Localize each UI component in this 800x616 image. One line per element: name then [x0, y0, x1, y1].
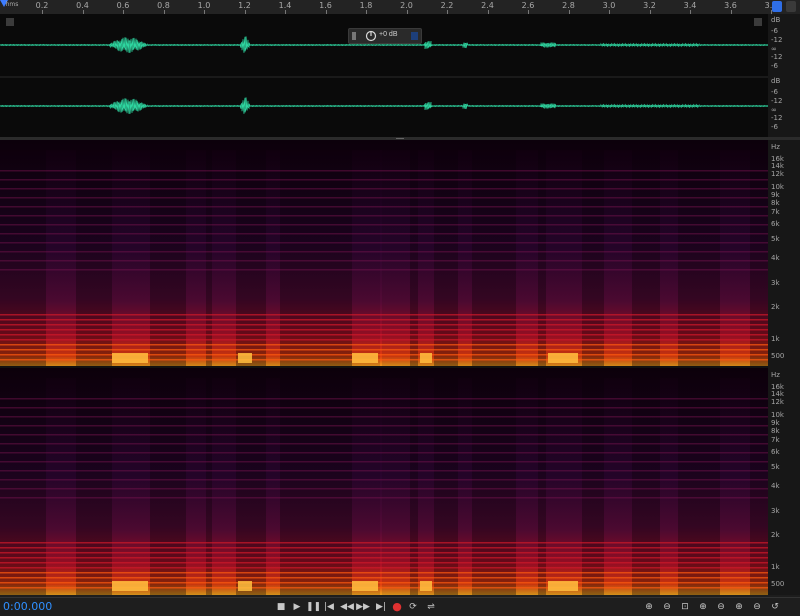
amplitude-label-left: -12: [771, 36, 783, 44]
frequency-label: 9k: [771, 191, 780, 199]
amplitude-label-left: -6: [771, 27, 778, 35]
amplitude-label-left: dB: [771, 16, 781, 24]
frequency-label: 5k: [771, 463, 780, 471]
zoom-out-full-icon[interactable]: ⊖: [750, 600, 764, 614]
pin-icon[interactable]: [786, 1, 796, 12]
zoom-out-amplitude-icon[interactable]: ⊖: [660, 600, 674, 614]
frequency-label: 2k: [771, 531, 780, 539]
waveform-channel-right: [0, 97, 769, 114]
frequency-label: 8k: [771, 199, 780, 207]
frequency-label: 3k: [771, 507, 780, 515]
ruler-tick-label: 0.2: [35, 1, 49, 10]
ruler-tick-label: 0.6: [116, 1, 130, 10]
frequency-label: 10k: [771, 411, 784, 419]
frequency-label: 14k: [771, 162, 784, 170]
frequency-label: 7k: [771, 208, 780, 216]
frequency-label: 5k: [771, 235, 780, 243]
amplitude-label-left: ∞: [771, 45, 777, 53]
play-button[interactable]: ▶: [290, 600, 304, 614]
frequency-label: 1k: [771, 563, 780, 571]
amplitude-label-left: -6: [771, 62, 778, 70]
amplitude-label-right: dB: [771, 77, 781, 85]
zoom-reset-icon[interactable]: ↺: [768, 600, 782, 614]
record-button[interactable]: ●: [390, 600, 404, 614]
frequency-label: Hz: [771, 371, 780, 379]
fade-in-handle[interactable]: [6, 18, 14, 26]
frequency-label: 10k: [771, 183, 784, 191]
stop-button[interactable]: ■: [274, 600, 288, 614]
frequency-label: 6k: [771, 220, 780, 228]
ruler-tick-label: 2.6: [521, 1, 535, 10]
transport-bar: 0:00.000 ■ ▶ ❚❚ |◀ ◀◀ ▶▶ ▶| ● ⟳ ⇌ ⊕ ⊖ ⊡ …: [0, 597, 800, 616]
ruler-tick-label: 3.4: [683, 1, 697, 10]
spectral-frequency-display[interactable]: [0, 140, 768, 595]
zoom-in-selection-icon[interactable]: ⊕: [732, 600, 746, 614]
ruler-tick-label: 3.2: [643, 1, 656, 10]
frequency-label: 12k: [771, 398, 784, 406]
skip-selection-button[interactable]: ⇌: [424, 600, 438, 614]
frequency-label: 9k: [771, 419, 780, 427]
ruler-tick-label: 3.0: [602, 1, 616, 10]
ruler-tick-label: 2.8: [562, 1, 575, 10]
ruler-tick-label: 1.4: [278, 1, 292, 10]
fast-forward-button[interactable]: ▶▶: [356, 600, 370, 614]
rewind-button[interactable]: ◀◀: [340, 600, 354, 614]
waveform-path: [0, 97, 769, 114]
frequency-label: 6k: [771, 448, 780, 456]
zoom-out-time-icon[interactable]: ⊖: [714, 600, 728, 614]
ruler-tick-label: 2.4: [481, 1, 494, 10]
frequency-scale[interactable]: Hz 16k 14k 12k 10k 9k 8k 7k 6k 5k 4k 3k 2k 1k 500 Hz 16k…: [768, 140, 800, 595]
timecode-display[interactable]: 0:00.000: [3, 600, 52, 613]
hud-gain-value: +0 dB: [379, 31, 398, 38]
fade-out-handle[interactable]: [754, 18, 762, 26]
loop-button[interactable]: ⟳: [406, 600, 420, 614]
time-ruler[interactable]: hms 0.2 0.4 0.6 0.8 1.0 1.2 1.4 1.6 1.8 2.0 2.2 2.4…: [0, 0, 800, 15]
spectrogram-svg: [0, 140, 768, 595]
zoom-full-icon[interactable]: ⊡: [678, 600, 692, 614]
audio-editor: hms 0.2 0.4 0.6 0.8 1.0 1.2 1.4 1.6 1.8 2.0 2.2 2.4…: [0, 0, 800, 616]
amplitude-label-right: -12: [771, 114, 783, 122]
hud-meter-icon: [352, 32, 356, 40]
frequency-label: 12k: [771, 170, 784, 178]
amplitude-label-left: -12: [771, 53, 783, 61]
to-start-button[interactable]: |◀: [322, 600, 336, 614]
frequency-label: 500: [771, 352, 785, 360]
ruler-tick-label: 3.6: [724, 1, 737, 10]
ruler-tick-label: 1.0: [197, 1, 211, 10]
pause-button[interactable]: ❚❚: [306, 600, 321, 614]
frequency-label: 7k: [771, 436, 780, 444]
ruler-tick-label: 1.2: [238, 1, 251, 10]
hud-gain-control[interactable]: +0 dB: [348, 28, 422, 44]
ruler-tick-label: 0.8: [157, 1, 170, 10]
frequency-label: Hz: [771, 143, 780, 151]
frequency-label: 14k: [771, 390, 784, 398]
to-end-button[interactable]: ▶|: [374, 600, 388, 614]
ruler-tick-label: 2.0: [400, 1, 413, 10]
amplitude-label-right: -6: [771, 123, 778, 131]
amplitude-label-right: -12: [771, 97, 783, 105]
frequency-label: 4k: [771, 254, 780, 262]
frequency-label: 4k: [771, 482, 780, 490]
frequency-label: 3k: [771, 279, 780, 287]
frequency-label: 1k: [771, 335, 780, 343]
amplitude-label-right: ∞: [771, 106, 777, 114]
ruler-tick-label: 1.8: [359, 1, 373, 10]
divider-grip-icon[interactable]: [396, 138, 404, 139]
pin-hud-icon[interactable]: [411, 32, 418, 40]
frequency-label: 8k: [771, 427, 780, 435]
amplitude-scale[interactable]: dB -6 -12 ∞ -12 -6 dB -6 -12 ∞ -12 -6: [768, 14, 800, 137]
snap-toggle-icon[interactable]: [772, 1, 782, 12]
frequency-label: 500: [771, 580, 785, 588]
amplitude-label-right: -6: [771, 88, 778, 96]
zoom-in-amplitude-icon[interactable]: ⊕: [642, 600, 656, 614]
ruler-tick-label: 0.4: [76, 1, 89, 10]
ruler-tick-label: 1.6: [319, 1, 332, 10]
ruler-tick-label: 2.2: [440, 1, 454, 10]
ruler-unit-label: hms: [5, 1, 19, 8]
zoom-in-time-icon[interactable]: ⊕: [696, 600, 710, 614]
frequency-label: 2k: [771, 303, 780, 311]
